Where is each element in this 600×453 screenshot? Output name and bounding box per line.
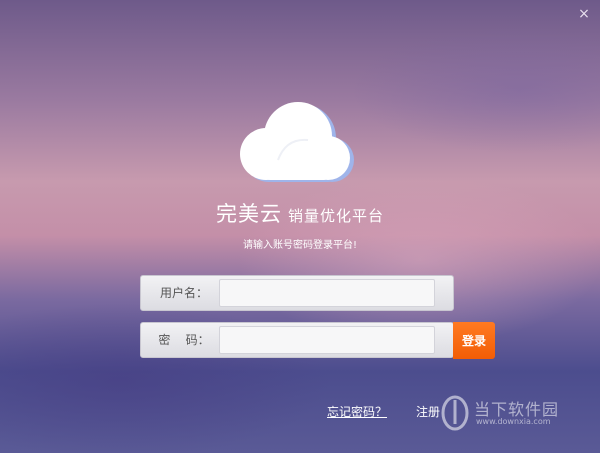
watermark-logo-icon xyxy=(441,395,469,431)
username-input[interactable] xyxy=(219,279,435,307)
login-button[interactable]: 登录 xyxy=(453,322,495,359)
register-link[interactable]: 注册 xyxy=(416,403,440,420)
login-prompt: 请输入账号密码登录平台! xyxy=(242,240,357,251)
username-label: 用户名： xyxy=(159,286,208,300)
password-label: 密 码： xyxy=(158,333,210,347)
password-input[interactable] xyxy=(219,326,435,354)
cloud-logo-icon xyxy=(240,102,354,182)
login-window: × 完美云 销量优化平台 请输入账号密码登录平台! 用户名： 密 码： 登录 忘记… xyxy=(0,0,600,453)
password-row: 密 码： xyxy=(140,322,454,358)
watermark: 当下软件园 www.downxia.com xyxy=(440,392,590,434)
watermark-url: www.downxia.com xyxy=(476,417,551,426)
forgot-password-link[interactable]: 忘记密码？ xyxy=(327,403,387,420)
close-icon[interactable]: × xyxy=(576,6,592,22)
brand-tagline: 销量优化平台 xyxy=(287,207,384,225)
brand-name: 完美云 xyxy=(215,202,282,226)
username-row: 用户名： xyxy=(140,275,454,311)
brand-title: 完美云 销量优化平台 xyxy=(0,198,600,228)
